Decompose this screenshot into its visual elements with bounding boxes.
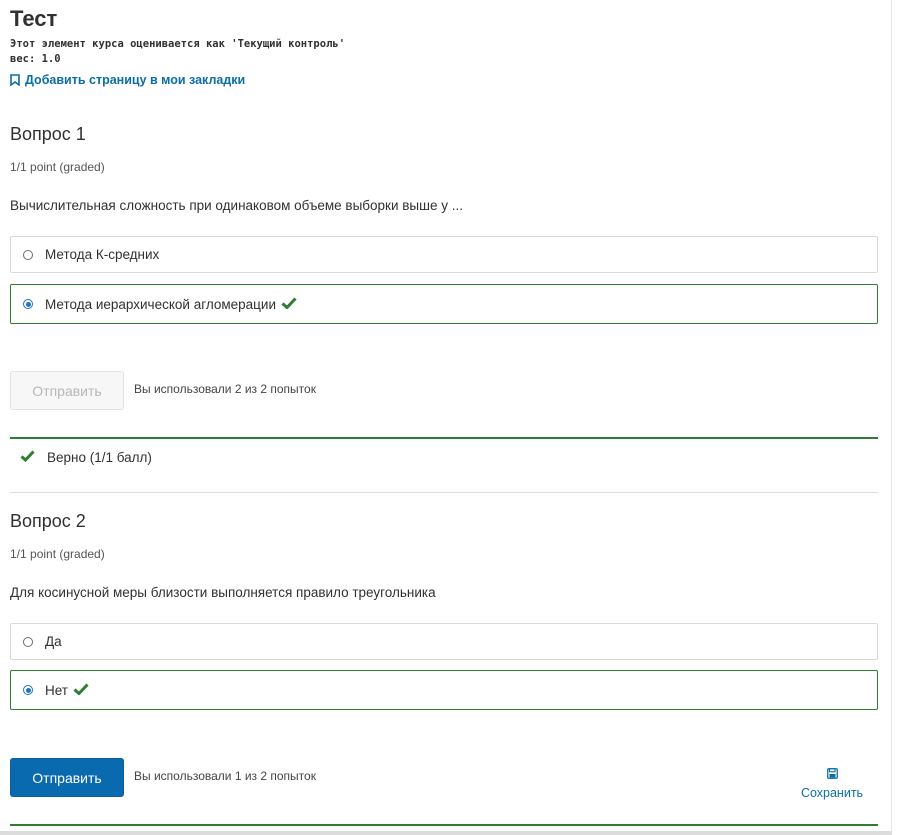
radio-button-selected[interactable] (23, 299, 33, 309)
checkmark-icon (73, 682, 89, 698)
question-2-prompt: Для косинусной меры близости выполняется… (10, 585, 436, 600)
radio-button[interactable] (23, 249, 33, 260)
radio-button[interactable] (23, 636, 33, 647)
scrollbar[interactable] (891, 0, 904, 835)
save-icon (826, 768, 838, 786)
bookmark-link[interactable]: Добавить страницу в мои закладки (10, 73, 245, 87)
page-title: Тест (10, 6, 58, 31)
choice-label: Нет (45, 682, 68, 698)
question-2-title: Вопрос 2 (10, 511, 86, 531)
radio-button-selected[interactable] (23, 685, 33, 695)
question-2-attempts: Вы использовали 1 из 2 попыток (134, 769, 316, 783)
question-1-title: Вопрос 1 (10, 124, 86, 144)
bookmark-icon (10, 74, 20, 86)
result-bar (10, 437, 878, 439)
question-divider (10, 492, 878, 493)
weight-label: вес: 1.0 (10, 53, 61, 65)
horizontal-scrollbar[interactable] (0, 831, 892, 835)
problem-page: Тест Этот элемент курса оценивается как … (0, 0, 892, 835)
question-1-result: Верно (1/1 балл) (20, 450, 152, 465)
choice-label: Да (45, 634, 62, 649)
question-1-choice-2[interactable]: Метода иерархической агломерации (10, 284, 878, 324)
question-2-choice-1[interactable]: Да (10, 623, 878, 660)
result-label: Верно (1/1 балл) (47, 450, 152, 465)
question-2-points: 1/1 point (graded) (10, 547, 105, 561)
save-button[interactable]: Сохранить (796, 768, 868, 800)
grading-note: Этот элемент курса оценивается как 'Теку… (10, 38, 346, 50)
question-1-prompt: Вычислительная сложность при одинаковом … (10, 198, 463, 213)
save-label: Сохранить (800, 786, 864, 800)
checkmark-icon (20, 450, 35, 465)
question-1-points: 1/1 point (graded) (10, 160, 105, 174)
question-1-choice-1[interactable]: Метода К-средних (10, 236, 878, 273)
choice-label: Метода иерархической агломерации (45, 296, 276, 312)
question-2-submit-button[interactable]: Отправить (10, 758, 124, 797)
result-bar (10, 824, 878, 826)
choice-label: Метода К-средних (45, 247, 160, 262)
question-1-attempts: Вы использовали 2 из 2 попыток (134, 382, 316, 396)
bookmark-label: Добавить страницу в мои закладки (25, 73, 246, 87)
question-1-submit-button[interactable]: Отправить (10, 371, 124, 410)
question-2-choice-2[interactable]: Нет (10, 670, 878, 710)
checkmark-icon (281, 296, 297, 312)
